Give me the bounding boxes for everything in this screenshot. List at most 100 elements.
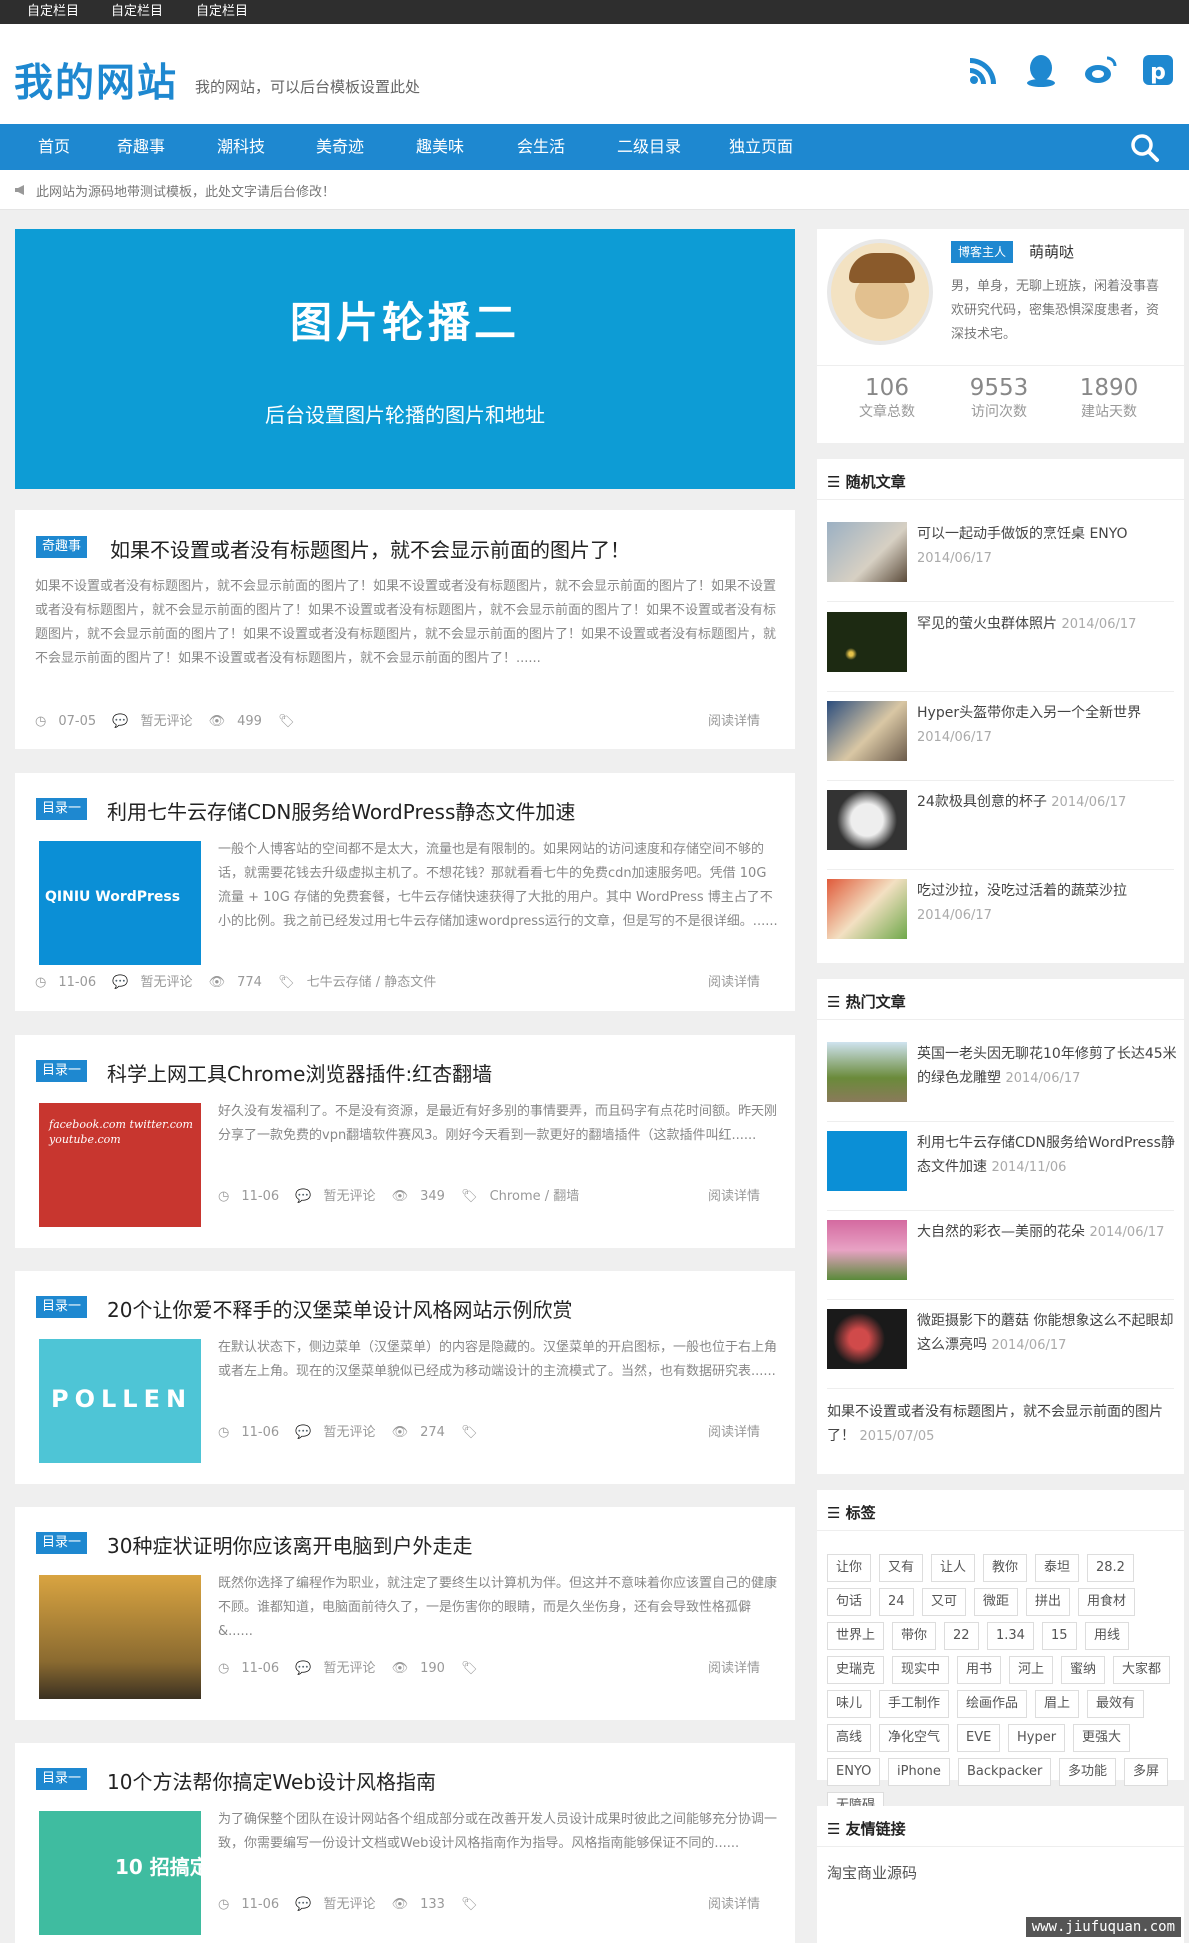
tag-item[interactable]: 眉上 (1035, 1690, 1080, 1718)
tag-item[interactable]: 蜜纳 (1061, 1656, 1106, 1684)
post-title[interactable]: 10个方法帮你搞定Web设计风格指南 (107, 1766, 436, 1795)
post-thumbnail[interactable]: 10 招搞定 Web设 (39, 1811, 201, 1935)
topbar-link-2[interactable]: 自定栏目 (111, 0, 163, 24)
post-category-badge[interactable]: 目录一 (36, 1296, 88, 1318)
read-more-link[interactable]: 阅读详情 (708, 1421, 760, 1440)
tag-item[interactable]: 1.34 (987, 1622, 1034, 1650)
tag-item[interactable]: 世界上 (827, 1622, 885, 1650)
post-comments[interactable]: 暂无评论 (140, 975, 192, 990)
tag-item[interactable]: 泰坦 (1035, 1554, 1080, 1582)
post-comments[interactable]: 暂无评论 (323, 1189, 375, 1204)
tag-item[interactable]: 用书 (957, 1656, 1002, 1684)
post-title[interactable]: 20个让你爱不释手的汉堡菜单设计风格网站示例欣赏 (107, 1294, 572, 1323)
tag-item[interactable]: 拼出 (1026, 1588, 1071, 1616)
list-item[interactable]: 可以一起动手做饭的烹饪桌 ENYO 2014/06/17 (827, 522, 1174, 602)
post-comments[interactable]: 暂无评论 (323, 1897, 375, 1912)
tag-item[interactable]: 多功能 (1059, 1758, 1117, 1786)
tag-item[interactable]: 22 (944, 1622, 979, 1650)
tag-item[interactable]: 河上 (1009, 1656, 1054, 1684)
tag-item[interactable]: 微距 (974, 1588, 1019, 1616)
image-slider[interactable]: 图片轮播二 后台设置图片轮播的图片和地址 (15, 229, 795, 489)
tag-item[interactable]: 用线 (1085, 1622, 1130, 1650)
tag-item[interactable]: ENYO (827, 1758, 881, 1786)
list-item[interactable]: 如果不设置或者没有标题图片，就不会显示前面的图片了！ 2015/07/05 (827, 1400, 1174, 1449)
weibo-icon[interactable] (1083, 52, 1119, 88)
tag-item[interactable]: 让你 (827, 1554, 872, 1582)
pinterest-icon[interactable]: p (1140, 52, 1176, 88)
nav-item-7[interactable]: 二级目录 (617, 124, 681, 170)
read-more-link[interactable]: 阅读详情 (708, 1185, 760, 1204)
tag-item[interactable]: iPhone (888, 1758, 950, 1786)
post-thumbnail[interactable]: QINIU WordPress (39, 841, 201, 965)
tag-item[interactable]: 15 (1042, 1622, 1077, 1650)
list-item[interactable]: 大自然的彩衣—美丽的花朵 2014/06/17 (827, 1220, 1174, 1300)
tag-item[interactable]: 又有 (879, 1554, 924, 1582)
post-category-badge[interactable]: 目录一 (36, 1060, 88, 1082)
nav-home[interactable]: 首页 (38, 124, 70, 170)
post-title[interactable]: 30种症状证明你应该离开电脑到户外走走 (107, 1530, 472, 1559)
post-tags[interactable]: 七牛云存储 / 静态文件 (307, 975, 437, 990)
post-category-badge[interactable]: 目录一 (36, 798, 88, 820)
nav-item-6[interactable]: 会生活 (517, 124, 565, 170)
post-title[interactable]: 如果不设置或者没有标题图片，就不会显示前面的图片了！ (110, 534, 630, 563)
topbar-link-1[interactable]: 自定栏目 (27, 0, 79, 24)
tag-item[interactable]: Hyper (1008, 1724, 1066, 1752)
list-item[interactable]: 英国一老头因无聊花10年修剪了长达45米的绿色龙雕塑 2014/06/17 (827, 1042, 1177, 1122)
list-item[interactable]: 罕见的萤火虫群体照片 2014/06/17 (827, 612, 1174, 692)
tag-item[interactable]: 句话 (827, 1588, 872, 1616)
tag-item[interactable]: 味儿 (827, 1690, 872, 1718)
tag-item[interactable]: 教你 (983, 1554, 1028, 1582)
item-thumbnail (827, 879, 907, 939)
read-more-link[interactable]: 阅读详情 (708, 710, 760, 729)
list-item[interactable]: 利用七牛云存储CDN服务给WordPress静态文件加速 2014/11/06 (827, 1131, 1175, 1211)
qq-icon[interactable] (1023, 52, 1059, 88)
tag-item[interactable]: 让人 (931, 1554, 976, 1582)
tag-item[interactable]: 更强大 (1073, 1724, 1131, 1752)
list-item[interactable]: Hyper头盔带你走入另一个全新世界 2014/06/17 (827, 701, 1174, 781)
tag-item[interactable]: EVE (957, 1724, 1001, 1752)
list-item[interactable]: 吃过沙拉，没吃过活着的蔬菜沙拉 2014/06/17 (827, 879, 1174, 959)
tag-item[interactable]: 又可 (922, 1588, 967, 1616)
nav-item-3[interactable]: 潮科技 (217, 124, 265, 170)
tag-item[interactable]: 手工制作 (879, 1690, 950, 1718)
post-thumbnail[interactable]: facebook.com twitter.com youtube.com (39, 1103, 201, 1227)
post-title[interactable]: 科学上网工具Chrome浏览器插件:红杏翻墙 (107, 1058, 492, 1087)
post-comments[interactable]: 暂无评论 (140, 714, 192, 729)
read-more-link[interactable]: 阅读详情 (708, 1657, 760, 1676)
post-title[interactable]: 利用七牛云存储CDN服务给WordPress静态文件加速 (107, 796, 575, 825)
list-item[interactable]: 微距摄影下的蘑菇 你能想象这么不起眼却这么漂亮吗 2014/06/17 (827, 1309, 1174, 1389)
post-thumbnail[interactable]: POLLEN (39, 1339, 201, 1463)
tag-item[interactable]: 高线 (827, 1724, 872, 1752)
post-comments[interactable]: 暂无评论 (323, 1661, 375, 1676)
tag-item[interactable]: 用食材 (1078, 1588, 1136, 1616)
rss-icon[interactable] (966, 52, 1002, 88)
list-item[interactable]: 24款极具创意的杯子 2014/06/17 (827, 790, 1174, 870)
friend-link[interactable]: 淘宝商业源码 (827, 1862, 917, 1883)
post-tags[interactable]: Chrome / 翻墙 (490, 1189, 580, 1204)
read-more-link[interactable]: 阅读详情 (708, 971, 760, 990)
nav-item-2[interactable]: 奇趣事 (117, 124, 165, 170)
tag-item[interactable]: 24 (879, 1588, 914, 1616)
tag-item[interactable]: 史瑞克 (827, 1656, 885, 1684)
topbar-link-3[interactable]: 自定栏目 (196, 0, 248, 24)
post-thumbnail[interactable] (39, 1575, 201, 1699)
tag-item[interactable]: 大家都 (1113, 1656, 1171, 1684)
tag-item[interactable]: 多屏 (1124, 1758, 1169, 1786)
nav-item-5[interactable]: 趣美味 (416, 124, 464, 170)
tag-item[interactable]: 28.2 (1087, 1554, 1134, 1582)
site-logo[interactable]: 我的网站 (14, 52, 178, 108)
tag-item[interactable]: 带你 (892, 1622, 937, 1650)
post-comments[interactable]: 暂无评论 (323, 1425, 375, 1440)
post-category-badge[interactable]: 目录一 (36, 1532, 88, 1554)
tag-item[interactable]: 净化空气 (879, 1724, 950, 1752)
tag-item[interactable]: 绘画作品 (957, 1690, 1028, 1718)
post-category-badge[interactable]: 奇趣事 (36, 536, 88, 558)
tag-item[interactable]: Backpacker (958, 1758, 1052, 1786)
nav-item-8[interactable]: 独立页面 (729, 124, 793, 170)
nav-item-4[interactable]: 美奇迹 (316, 124, 364, 170)
search-icon[interactable] (1130, 133, 1160, 163)
tag-item[interactable]: 现实中 (892, 1656, 950, 1684)
post-category-badge[interactable]: 目录一 (36, 1768, 88, 1790)
read-more-link[interactable]: 阅读详情 (708, 1893, 760, 1912)
tag-item[interactable]: 最效有 (1087, 1690, 1145, 1718)
